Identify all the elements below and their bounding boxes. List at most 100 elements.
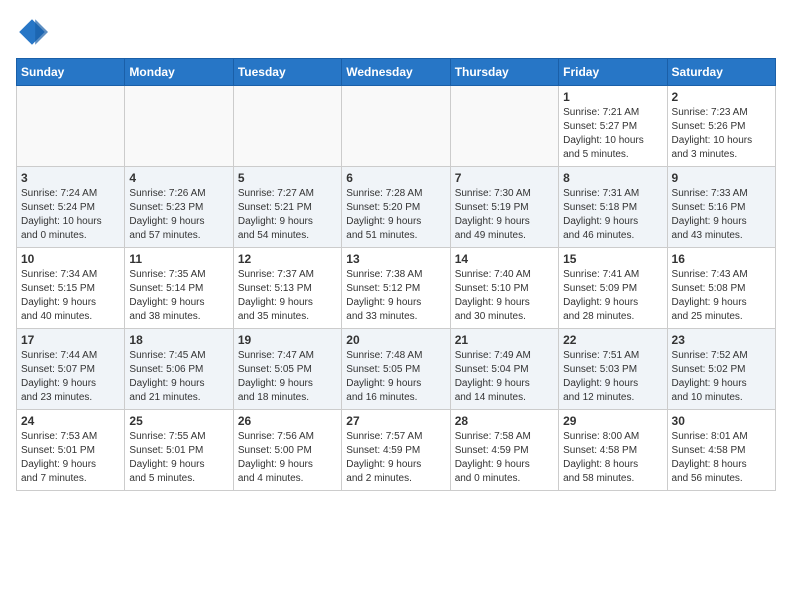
day-number: 13 — [346, 252, 445, 266]
calendar-cell — [342, 86, 450, 167]
day-info: Sunrise: 7:58 AM Sunset: 4:59 PM Dayligh… — [455, 430, 554, 486]
day-info: Sunrise: 7:55 AM Sunset: 5:01 PM Dayligh… — [129, 430, 228, 486]
calendar-cell: 28 Sunrise: 7:58 AM Sunset: 4:59 PM Dayli… — [450, 410, 558, 491]
day-number: 30 — [672, 414, 771, 428]
day-info: Sunrise: 7:45 AM Sunset: 5:06 PM Dayligh… — [129, 349, 228, 405]
day-number: 1 — [563, 90, 662, 104]
weekday-header: Tuesday — [233, 59, 341, 86]
day-number: 22 — [563, 333, 662, 347]
logo-icon — [16, 16, 48, 48]
logo — [16, 16, 52, 48]
day-number: 7 — [455, 171, 554, 185]
calendar-cell: 19 Sunrise: 7:47 AM Sunset: 5:05 PM Dayli… — [233, 329, 341, 410]
day-number: 12 — [238, 252, 337, 266]
day-info: Sunrise: 7:41 AM Sunset: 5:09 PM Dayligh… — [563, 268, 662, 324]
calendar-cell — [450, 86, 558, 167]
day-number: 23 — [672, 333, 771, 347]
weekday-header: Monday — [125, 59, 233, 86]
weekday-header: Friday — [559, 59, 667, 86]
calendar-cell — [17, 86, 125, 167]
calendar-cell: 3 Sunrise: 7:24 AM Sunset: 5:24 PM Daylig… — [17, 167, 125, 248]
calendar-cell: 9Sunrise: 7:33 AM Sunset: 5:16 PM Daylig… — [667, 167, 775, 248]
page-header — [16, 16, 776, 48]
day-number: 18 — [129, 333, 228, 347]
day-info: Sunrise: 7:35 AM Sunset: 5:14 PM Dayligh… — [129, 268, 228, 324]
day-number: 16 — [672, 252, 771, 266]
calendar-cell: 14 Sunrise: 7:40 AM Sunset: 5:10 PM Dayli… — [450, 248, 558, 329]
calendar-cell: 23Sunrise: 7:52 AM Sunset: 5:02 PM Dayli… — [667, 329, 775, 410]
calendar-cell — [233, 86, 341, 167]
calendar-cell: 26Sunrise: 7:56 AM Sunset: 5:00 PM Dayli… — [233, 410, 341, 491]
calendar-cell: 30 Sunrise: 8:01 AM Sunset: 4:58 PM Dayli… — [667, 410, 775, 491]
day-number: 9 — [672, 171, 771, 185]
day-info: Sunrise: 7:49 AM Sunset: 5:04 PM Dayligh… — [455, 349, 554, 405]
calendar-cell: 17 Sunrise: 7:44 AM Sunset: 5:07 PM Dayli… — [17, 329, 125, 410]
calendar-cell: 1 Sunrise: 7:21 AM Sunset: 5:27 PM Daylig… — [559, 86, 667, 167]
calendar-cell: 24 Sunrise: 7:53 AM Sunset: 5:01 PM Dayli… — [17, 410, 125, 491]
day-info: Sunrise: 7:51 AM Sunset: 5:03 PM Dayligh… — [563, 349, 662, 405]
day-number: 6 — [346, 171, 445, 185]
day-info: Sunrise: 7:47 AM Sunset: 5:05 PM Dayligh… — [238, 349, 337, 405]
calendar-cell: 11 Sunrise: 7:35 AM Sunset: 5:14 PM Dayli… — [125, 248, 233, 329]
calendar-cell: 13 Sunrise: 7:38 AM Sunset: 5:12 PM Dayli… — [342, 248, 450, 329]
calendar-week-row: 1 Sunrise: 7:21 AM Sunset: 5:27 PM Daylig… — [17, 86, 776, 167]
day-info: Sunrise: 8:00 AM Sunset: 4:58 PM Dayligh… — [563, 430, 662, 486]
day-number: 10 — [21, 252, 120, 266]
day-number: 4 — [129, 171, 228, 185]
weekday-header: Saturday — [667, 59, 775, 86]
calendar-week-row: 10 Sunrise: 7:34 AM Sunset: 5:15 PM Dayli… — [17, 248, 776, 329]
calendar-cell: 27 Sunrise: 7:57 AM Sunset: 4:59 PM Dayli… — [342, 410, 450, 491]
calendar-cell: 21 Sunrise: 7:49 AM Sunset: 5:04 PM Dayli… — [450, 329, 558, 410]
calendar-cell: 25Sunrise: 7:55 AM Sunset: 5:01 PM Dayli… — [125, 410, 233, 491]
day-number: 14 — [455, 252, 554, 266]
calendar-week-row: 24 Sunrise: 7:53 AM Sunset: 5:01 PM Dayli… — [17, 410, 776, 491]
calendar-week-row: 17 Sunrise: 7:44 AM Sunset: 5:07 PM Dayli… — [17, 329, 776, 410]
day-info: Sunrise: 7:24 AM Sunset: 5:24 PM Dayligh… — [21, 187, 120, 243]
day-info: Sunrise: 7:26 AM Sunset: 5:23 PM Dayligh… — [129, 187, 228, 243]
calendar-cell — [125, 86, 233, 167]
day-number: 8 — [563, 171, 662, 185]
day-number: 3 — [21, 171, 120, 185]
calendar-cell: 6Sunrise: 7:28 AM Sunset: 5:20 PM Daylig… — [342, 167, 450, 248]
calendar-cell: 29 Sunrise: 8:00 AM Sunset: 4:58 PM Dayli… — [559, 410, 667, 491]
calendar-cell: 18 Sunrise: 7:45 AM Sunset: 5:06 PM Dayli… — [125, 329, 233, 410]
day-info: Sunrise: 7:31 AM Sunset: 5:18 PM Dayligh… — [563, 187, 662, 243]
day-number: 27 — [346, 414, 445, 428]
weekday-header: Sunday — [17, 59, 125, 86]
day-number: 19 — [238, 333, 337, 347]
day-info: Sunrise: 7:21 AM Sunset: 5:27 PM Dayligh… — [563, 106, 662, 162]
day-info: Sunrise: 7:40 AM Sunset: 5:10 PM Dayligh… — [455, 268, 554, 324]
day-number: 26 — [238, 414, 337, 428]
calendar-cell: 12 Sunrise: 7:37 AM Sunset: 5:13 PM Dayli… — [233, 248, 341, 329]
day-info: Sunrise: 7:43 AM Sunset: 5:08 PM Dayligh… — [672, 268, 771, 324]
calendar-cell: 20Sunrise: 7:48 AM Sunset: 5:05 PM Dayli… — [342, 329, 450, 410]
day-info: Sunrise: 7:48 AM Sunset: 5:05 PM Dayligh… — [346, 349, 445, 405]
day-number: 21 — [455, 333, 554, 347]
weekday-header: Thursday — [450, 59, 558, 86]
calendar-cell: 16 Sunrise: 7:43 AM Sunset: 5:08 PM Dayli… — [667, 248, 775, 329]
day-info: Sunrise: 7:37 AM Sunset: 5:13 PM Dayligh… — [238, 268, 337, 324]
day-number: 5 — [238, 171, 337, 185]
weekday-header: Wednesday — [342, 59, 450, 86]
day-info: Sunrise: 7:34 AM Sunset: 5:15 PM Dayligh… — [21, 268, 120, 324]
day-info: Sunrise: 7:57 AM Sunset: 4:59 PM Dayligh… — [346, 430, 445, 486]
day-number: 29 — [563, 414, 662, 428]
day-number: 28 — [455, 414, 554, 428]
calendar-table: SundayMondayTuesdayWednesdayThursdayFrid… — [16, 58, 776, 491]
day-number: 24 — [21, 414, 120, 428]
day-info: Sunrise: 7:44 AM Sunset: 5:07 PM Dayligh… — [21, 349, 120, 405]
day-info: Sunrise: 8:01 AM Sunset: 4:58 PM Dayligh… — [672, 430, 771, 486]
day-number: 15 — [563, 252, 662, 266]
calendar-cell: 8 Sunrise: 7:31 AM Sunset: 5:18 PM Daylig… — [559, 167, 667, 248]
calendar-week-row: 3 Sunrise: 7:24 AM Sunset: 5:24 PM Daylig… — [17, 167, 776, 248]
calendar-cell: 10 Sunrise: 7:34 AM Sunset: 5:15 PM Dayli… — [17, 248, 125, 329]
day-number: 11 — [129, 252, 228, 266]
day-number: 17 — [21, 333, 120, 347]
day-info: Sunrise: 7:23 AM Sunset: 5:26 PM Dayligh… — [672, 106, 771, 162]
day-info: Sunrise: 7:53 AM Sunset: 5:01 PM Dayligh… — [21, 430, 120, 486]
calendar-header-row: SundayMondayTuesdayWednesdayThursdayFrid… — [17, 59, 776, 86]
calendar-cell: 5Sunrise: 7:27 AM Sunset: 5:21 PM Daylig… — [233, 167, 341, 248]
calendar-cell: 7 Sunrise: 7:30 AM Sunset: 5:19 PM Daylig… — [450, 167, 558, 248]
day-info: Sunrise: 7:38 AM Sunset: 5:12 PM Dayligh… — [346, 268, 445, 324]
day-info: Sunrise: 7:30 AM Sunset: 5:19 PM Dayligh… — [455, 187, 554, 243]
